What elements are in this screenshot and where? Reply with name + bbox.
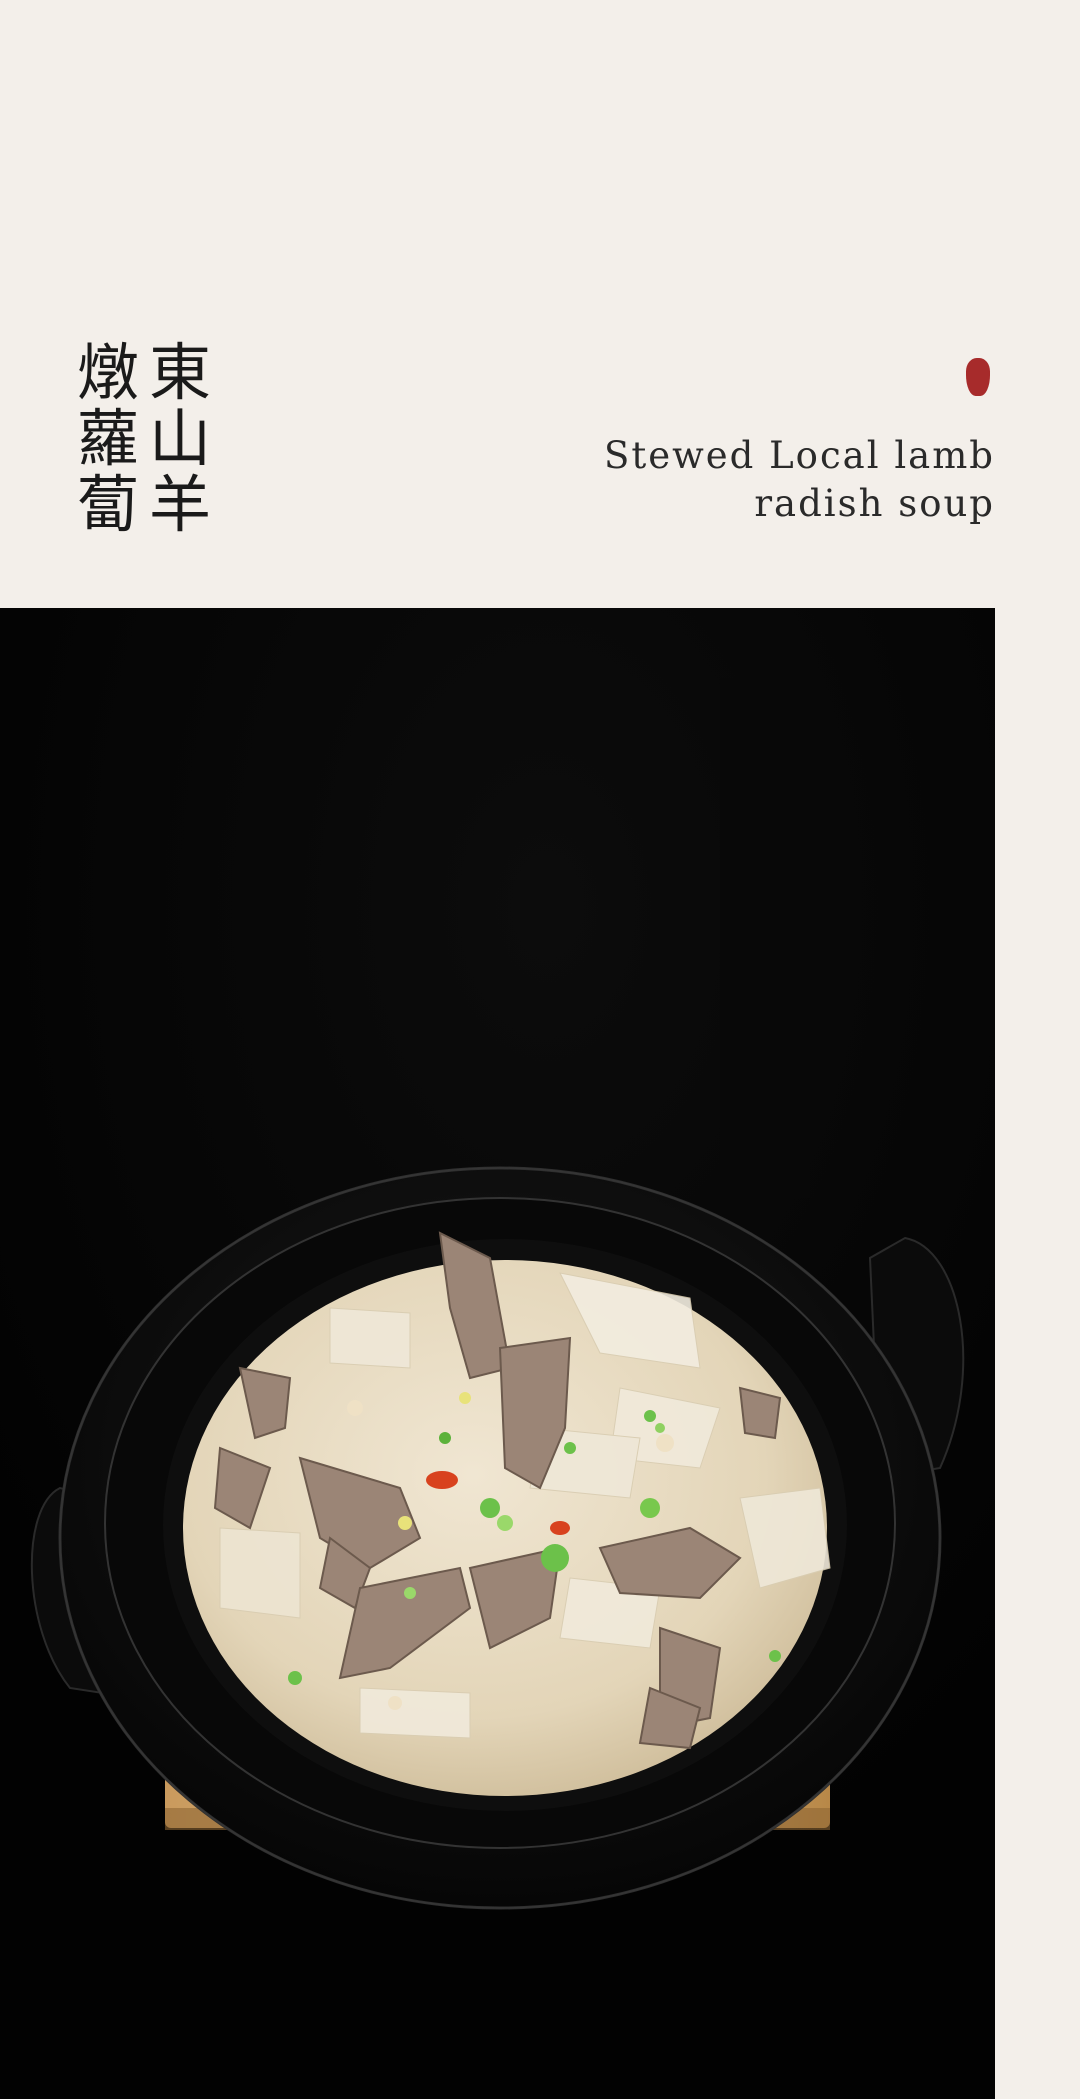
english-title-line-1: Stewed Local lamb bbox=[603, 434, 995, 477]
clay-pot-illustration bbox=[0, 608, 995, 2099]
chinese-title-column-right: 東 山 羊 bbox=[148, 340, 212, 538]
chinese-title-char: 蘿 bbox=[76, 402, 139, 475]
red-seal-stamp bbox=[966, 358, 990, 396]
chinese-title-char: 羊 bbox=[148, 468, 211, 541]
background-shadow bbox=[720, 678, 810, 1198]
english-title: Stewed Local lamb radish soup bbox=[604, 432, 995, 528]
chinese-title: 東 山 羊 燉 蘿 蔔 bbox=[76, 340, 212, 538]
dish-photo bbox=[0, 608, 995, 2099]
chinese-title-char: 山 bbox=[148, 402, 211, 475]
chinese-title-char: 東 bbox=[148, 336, 211, 409]
chinese-title-column-left: 燉 蘿 蔔 bbox=[76, 340, 140, 538]
english-title-line-2: radish soup bbox=[754, 482, 995, 525]
chinese-title-char: 蔔 bbox=[76, 468, 139, 541]
header: 東 山 羊 燉 蘿 蔔 Stewed Local lamb radish sou… bbox=[0, 0, 1080, 608]
right-margin-strip bbox=[995, 608, 1080, 2099]
chinese-title-char: 燉 bbox=[76, 336, 139, 409]
